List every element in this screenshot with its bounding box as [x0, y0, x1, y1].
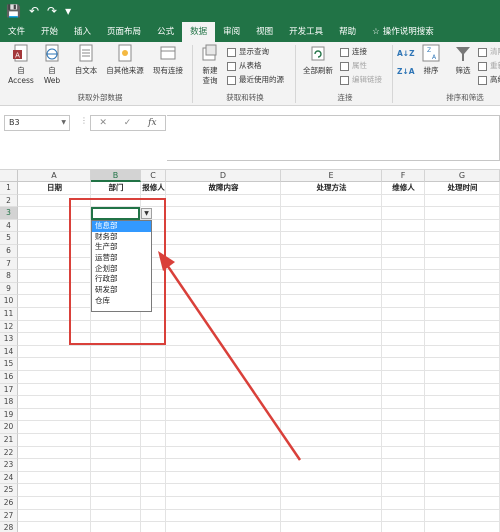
annotation-arrow [158, 251, 302, 461]
excel-window: 💾 ↶ ↷ ▾ 文件 开始 插入 页面布局 公式 数据 审阅 视图 开发工具 帮助 ☆ 操作说明搜索 … [0, 0, 500, 532]
